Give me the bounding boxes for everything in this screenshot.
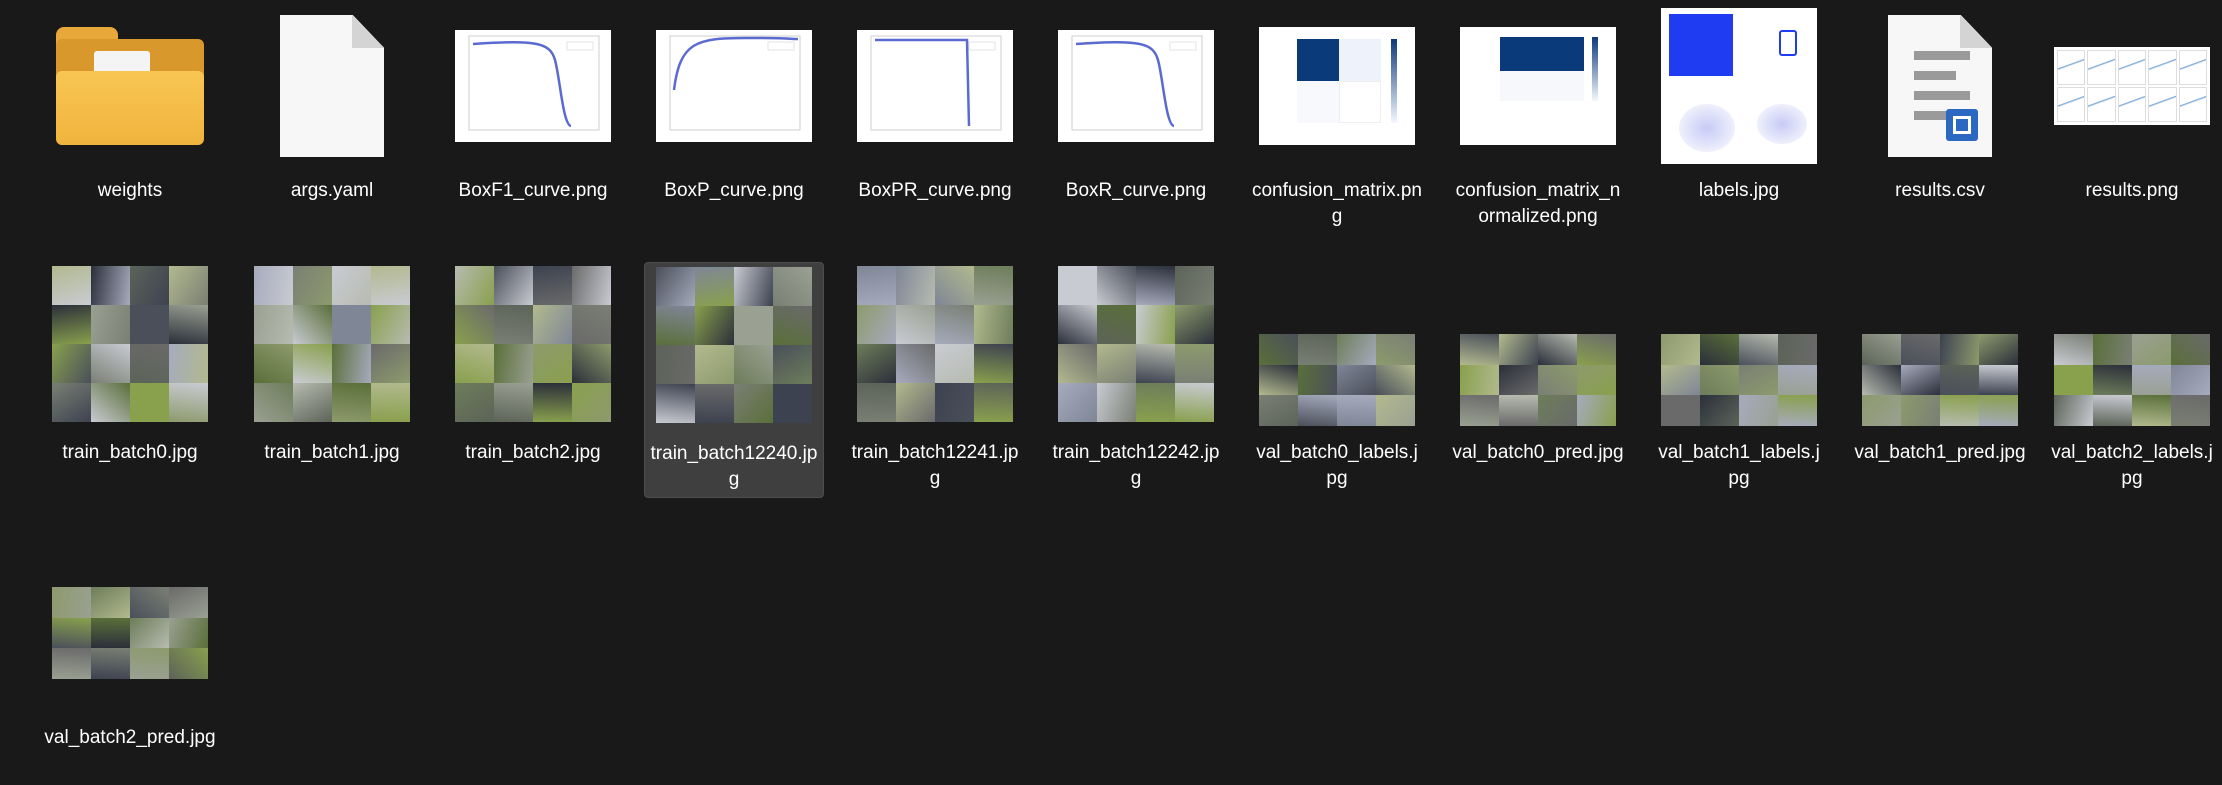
file-item[interactable]: results.png [2042, 8, 2222, 238]
file-item[interactable]: val_batch2_pred.jpg [40, 555, 220, 785]
csv-file-icon [1862, 8, 2018, 164]
curve-plot-thumbnail [857, 8, 1013, 164]
file-item[interactable]: train_batch1.jpg [242, 262, 422, 492]
file-name: args.yaml [290, 180, 374, 201]
file-item[interactable]: val_batch1_labels.jpg [1649, 262, 1829, 492]
file-name: labels.jpg [1698, 180, 1780, 201]
image-mosaic-thumbnail [2054, 334, 2210, 426]
document-icon [254, 8, 410, 164]
file-name: BoxF1_curve.png [458, 180, 608, 201]
file-grid: weights args.yaml BoxF1_curve.png BoxP_cu… [0, 0, 2222, 759]
file-name: confusion_matrix.png [1251, 180, 1423, 227]
image-mosaic-thumbnail [656, 267, 812, 423]
confusion-matrix-normalized-thumbnail [1460, 8, 1616, 164]
file-item[interactable]: BoxR_curve.png [1046, 8, 1226, 238]
file-name: val_batch2_labels.jpg [2051, 442, 2213, 489]
image-mosaic-thumbnail [52, 587, 208, 679]
image-mosaic-thumbnail [1862, 334, 2018, 426]
file-item[interactable]: confusion_matrix.png [1247, 8, 1427, 238]
file-item[interactable]: train_batch12241.jpg [845, 262, 1025, 492]
file-name: val_batch0_pred.jpg [1452, 442, 1624, 463]
curve-plot-thumbnail [656, 8, 812, 164]
file-item[interactable]: train_batch12242.jpg [1046, 262, 1226, 492]
file-name: BoxR_curve.png [1065, 180, 1207, 201]
labels-thumbnail [1661, 8, 1817, 164]
image-mosaic-thumbnail [52, 266, 208, 422]
file-item[interactable]: BoxP_curve.png [644, 8, 824, 238]
image-mosaic-thumbnail [455, 266, 611, 422]
file-item[interactable]: train_batch12240.jpg [644, 262, 824, 498]
file-name: train_batch12241.jpg [851, 442, 1019, 489]
image-mosaic-thumbnail [254, 266, 410, 422]
file-item[interactable]: train_batch0.jpg [40, 262, 220, 492]
file-name: train_batch1.jpg [264, 442, 400, 463]
file-item[interactable]: val_batch1_pred.jpg [1850, 262, 2030, 492]
file-item[interactable]: train_batch2.jpg [443, 262, 623, 492]
image-mosaic-thumbnail [857, 266, 1013, 422]
image-mosaic-thumbnail [1460, 334, 1616, 426]
file-item[interactable]: results.csv [1850, 8, 2030, 238]
file-name: val_batch1_pred.jpg [1854, 442, 2026, 463]
file-item[interactable]: val_batch0_labels.jpg [1247, 262, 1427, 492]
file-name: confusion_matrix_normalized.png [1455, 180, 1621, 227]
file-item[interactable]: val_batch0_pred.jpg [1448, 262, 1628, 492]
file-item[interactable]: BoxPR_curve.png [845, 8, 1025, 238]
file-item[interactable]: val_batch2_labels.jpg [2042, 262, 2222, 492]
folder-icon [52, 8, 208, 164]
confusion-matrix-thumbnail [1259, 8, 1415, 164]
file-name: results.png [2085, 180, 2179, 201]
image-mosaic-thumbnail [1259, 334, 1415, 426]
file-name: val_batch2_pred.jpg [44, 727, 216, 748]
file-name: val_batch0_labels.jpg [1256, 442, 1418, 489]
image-mosaic-thumbnail [1058, 266, 1214, 422]
file-item[interactable]: weights [40, 8, 220, 238]
file-name: BoxPR_curve.png [858, 180, 1012, 201]
file-name: train_batch0.jpg [62, 442, 198, 463]
curve-plot-thumbnail [1058, 8, 1214, 164]
file-item[interactable]: BoxF1_curve.png [443, 8, 623, 238]
file-name: weights [97, 180, 163, 201]
results-plot-thumbnail [2054, 8, 2210, 164]
file-name: val_batch1_labels.jpg [1658, 442, 1820, 489]
file-name: train_batch12240.jpg [650, 443, 818, 490]
image-mosaic-thumbnail [1661, 334, 1817, 426]
file-item[interactable]: confusion_matrix_normalized.png [1448, 8, 1628, 238]
file-name: results.csv [1895, 180, 1985, 201]
file-name: BoxP_curve.png [664, 180, 804, 201]
file-name: train_batch2.jpg [465, 442, 601, 463]
curve-plot-thumbnail [455, 8, 611, 164]
file-item[interactable]: args.yaml [242, 8, 422, 238]
file-item[interactable]: labels.jpg [1649, 8, 1829, 238]
file-name: train_batch12242.jpg [1052, 442, 1220, 489]
